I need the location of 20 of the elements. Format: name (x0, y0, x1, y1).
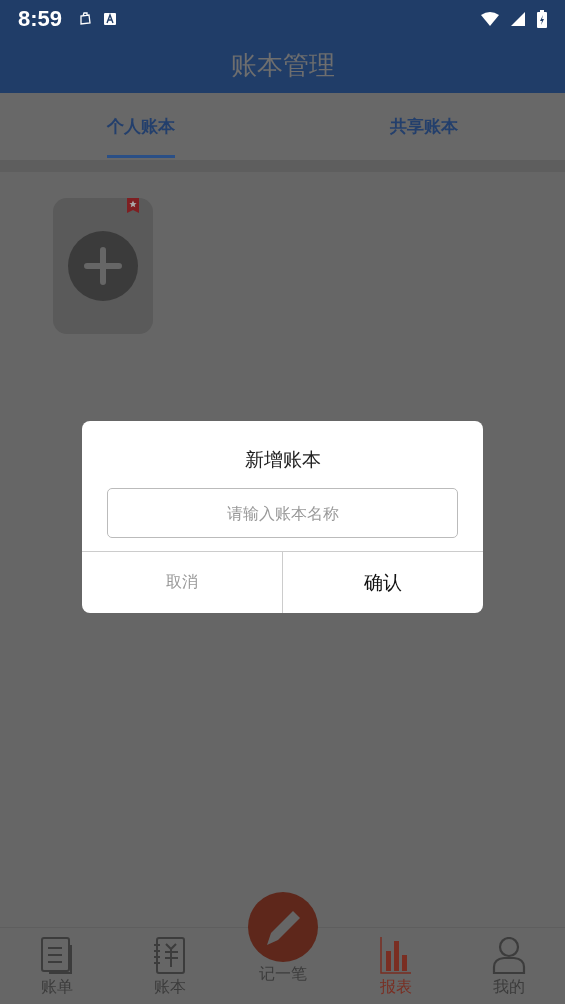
input-field[interactable]: 请输入账本名称 (107, 488, 458, 538)
bookmark-star-icon (127, 198, 139, 213)
signal-icon (511, 12, 525, 26)
notebook-icon (153, 937, 186, 975)
keyboard-icon (104, 13, 117, 25)
dialog-title: 新增账本 (244, 447, 321, 472)
tab[interactable]: 共享账本 (389, 115, 458, 158)
wifi-icon (481, 12, 499, 26)
bar-chart-icon (379, 937, 412, 975)
page-title: 账本管理 (230, 49, 335, 82)
nav-item[interactable]: 报表 (339, 928, 452, 1004)
user-icon (491, 937, 526, 975)
add-book-card[interactable] (53, 198, 153, 334)
confirm-button[interactable]: 确认 (283, 552, 483, 613)
cancel-button[interactable]: 取消 (82, 552, 283, 613)
document-icon (40, 937, 73, 975)
battery-icon (537, 10, 547, 28)
notification-icon (78, 12, 93, 26)
status-time: 8:59 (18, 6, 63, 32)
add-icon (68, 231, 138, 301)
